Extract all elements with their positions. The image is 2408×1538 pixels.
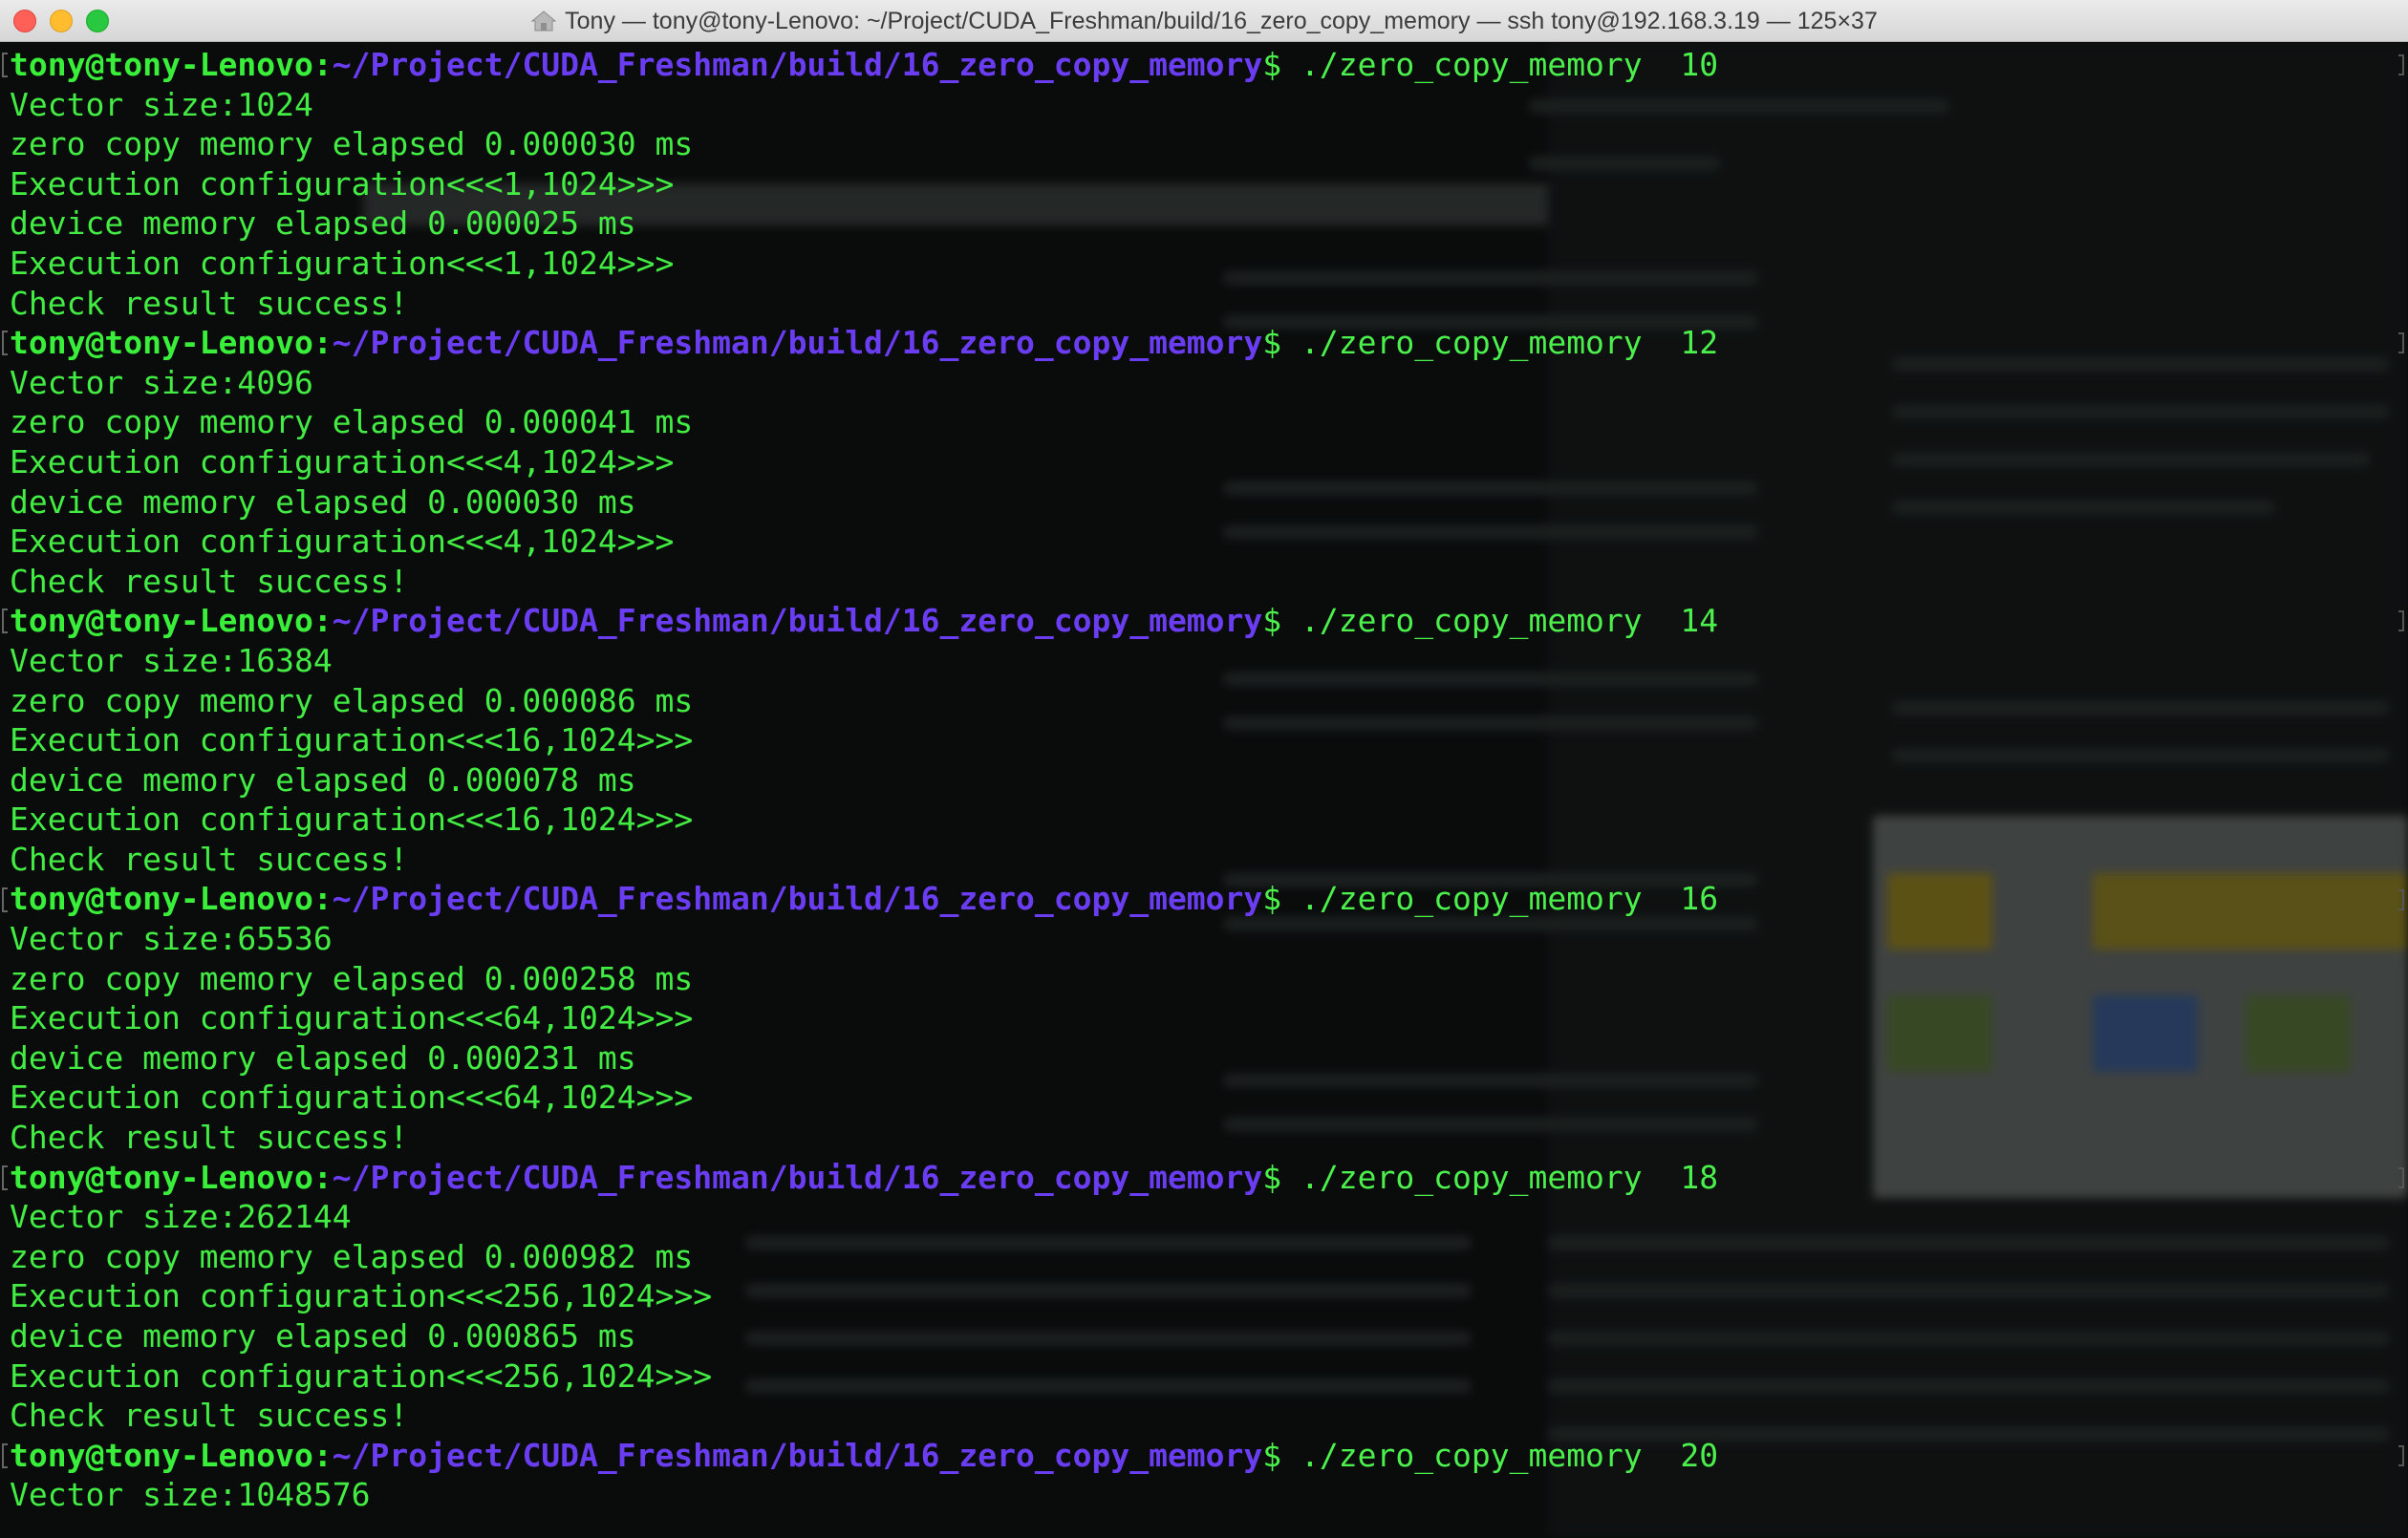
output-line: Execution configuration<<<256,1024>>> <box>10 1356 713 1395</box>
prompt-user: tony@tony-Lenovo: <box>10 602 333 640</box>
prompt-symbol: $ <box>1262 46 1301 83</box>
prompt-symbol: $ <box>1262 880 1301 918</box>
home-folder-icon <box>530 10 557 32</box>
mark-bracket-right <box>2398 1445 2404 1466</box>
output-line: device memory elapsed 0.000078 ms <box>10 760 636 799</box>
window-title-wrap: Tony — tony@tony-Lenovo: ~/Project/CUDA_… <box>0 0 2408 42</box>
output-line: Vector size:262144 <box>10 1198 352 1236</box>
mark-bracket-right <box>2398 610 2404 632</box>
output-line: Execution configuration<<<64,1024>>> <box>10 1079 694 1117</box>
output-line: Check result success! <box>10 840 409 878</box>
prompt-symbol: $ <box>1262 1158 1301 1196</box>
output-line: Vector size:1024 <box>10 85 313 123</box>
prompt-path: ~/Project/CUDA_Freshman/build/16_zero_co… <box>332 46 1263 83</box>
terminal-output[interactable]: tony@tony-Lenovo:~/Project/CUDA_Freshman… <box>10 45 2379 1515</box>
output-line: Vector size:1048576 <box>10 1476 371 1514</box>
prompt-line: tony@tony-Lenovo:~/Project/CUDA_Freshman… <box>10 1158 2379 1198</box>
prompt-path: ~/Project/CUDA_Freshman/build/16_zero_co… <box>332 880 1263 918</box>
output-line: device memory elapsed 0.000025 ms <box>10 204 636 243</box>
output-line: zero copy memory elapsed 0.000030 ms <box>10 125 694 163</box>
prompt-line: tony@tony-Lenovo:~/Project/CUDA_Freshman… <box>10 879 2379 919</box>
output-line: Check result success! <box>10 1397 409 1435</box>
output-line: Execution configuration<<<4,1024>>> <box>10 523 675 561</box>
prompt-line: tony@tony-Lenovo:~/Project/CUDA_Freshman… <box>10 323 2379 363</box>
mark-bracket-right <box>2398 1166 2404 1188</box>
prompt-path: ~/Project/CUDA_Freshman/build/16_zero_co… <box>332 324 1263 362</box>
output-line: Execution configuration<<<64,1024>>> <box>10 999 694 1037</box>
output-line: Execution configuration<<<4,1024>>> <box>10 442 675 481</box>
command-text: ./zero_copy_memory 14 <box>1301 602 1719 640</box>
command-text: ./zero_copy_memory 20 <box>1301 1436 1719 1474</box>
prompt-user: tony@tony-Lenovo: <box>10 46 333 83</box>
mark-bracket-left <box>2 53 8 77</box>
output-line: device memory elapsed 0.000865 ms <box>10 1317 636 1355</box>
prompt-user: tony@tony-Lenovo: <box>10 880 333 918</box>
command-text: ./zero_copy_memory 16 <box>1301 880 1719 918</box>
mark-bracket-left <box>2 1443 8 1468</box>
output-line: Check result success! <box>10 562 409 600</box>
output-line: Check result success! <box>10 284 409 322</box>
output-line: Execution configuration<<<16,1024>>> <box>10 721 694 759</box>
prompt-path: ~/Project/CUDA_Freshman/build/16_zero_co… <box>332 1436 1263 1474</box>
command-text: ./zero_copy_memory 10 <box>1301 46 1719 83</box>
output-line: device memory elapsed 0.000030 ms <box>10 482 636 521</box>
prompt-line: tony@tony-Lenovo:~/Project/CUDA_Freshman… <box>10 45 2379 85</box>
output-line: Vector size:4096 <box>10 363 313 401</box>
output-line: Check result success! <box>10 1119 409 1157</box>
output-line: zero copy memory elapsed 0.000258 ms <box>10 959 694 997</box>
mark-bracket-right <box>2398 54 2404 75</box>
output-line: Execution configuration<<<1,1024>>> <box>10 164 675 203</box>
prompt-symbol: $ <box>1262 1436 1301 1474</box>
output-line: zero copy memory elapsed 0.000982 ms <box>10 1237 694 1275</box>
command-text: ./zero_copy_memory 12 <box>1301 324 1719 362</box>
command-text: ./zero_copy_memory 18 <box>1301 1158 1719 1196</box>
output-line: Vector size:65536 <box>10 920 333 958</box>
window-title: Tony — tony@tony-Lenovo: ~/Project/CUDA_… <box>565 7 1878 34</box>
mark-bracket-left <box>2 1164 8 1190</box>
mark-bracket-right <box>2398 888 2404 910</box>
mark-bracket-left <box>2 886 8 912</box>
terminal-window: Tony — tony@tony-Lenovo: ~/Project/CUDA_… <box>0 0 2408 1538</box>
output-line: device memory elapsed 0.000231 ms <box>10 1038 636 1077</box>
output-line: Execution configuration<<<256,1024>>> <box>10 1277 713 1315</box>
scroll-marks <box>2397 42 2404 1538</box>
output-line: zero copy memory elapsed 0.000041 ms <box>10 403 694 441</box>
prompt-line: tony@tony-Lenovo:~/Project/CUDA_Freshman… <box>10 601 2379 641</box>
prompt-line: tony@tony-Lenovo:~/Project/CUDA_Freshman… <box>10 1436 2379 1476</box>
prompt-symbol: $ <box>1262 324 1301 362</box>
prompt-path: ~/Project/CUDA_Freshman/build/16_zero_co… <box>332 602 1263 640</box>
prompt-user: tony@tony-Lenovo: <box>10 324 333 362</box>
prompt-path: ~/Project/CUDA_Freshman/build/16_zero_co… <box>332 1158 1263 1196</box>
output-line: zero copy memory elapsed 0.000086 ms <box>10 681 694 719</box>
prompt-user: tony@tony-Lenovo: <box>10 1436 333 1474</box>
prompt-user: tony@tony-Lenovo: <box>10 1158 333 1196</box>
mark-bracket-left <box>2 609 8 634</box>
output-line: Execution configuration<<<1,1024>>> <box>10 244 675 282</box>
mark-bracket-right <box>2398 332 2404 354</box>
output-line: Vector size:16384 <box>10 641 333 679</box>
title-bar[interactable]: Tony — tony@tony-Lenovo: ~/Project/CUDA_… <box>0 0 2408 42</box>
prompt-symbol: $ <box>1262 602 1301 640</box>
output-line: Execution configuration<<<16,1024>>> <box>10 801 694 839</box>
mark-bracket-left <box>2 331 8 356</box>
